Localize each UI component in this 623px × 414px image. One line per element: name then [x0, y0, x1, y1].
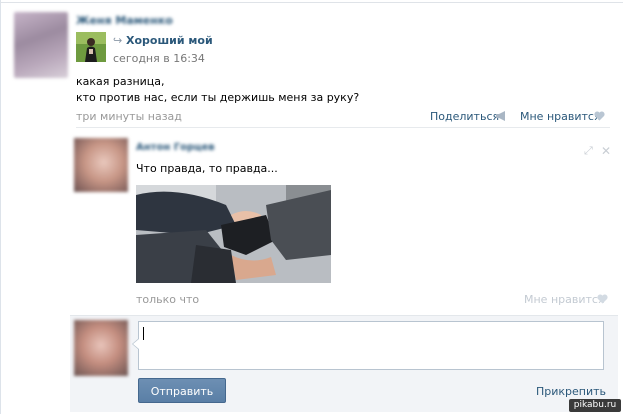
- share-button[interactable]: Поделиться: [430, 110, 499, 123]
- comment-heart-icon[interactable]: [597, 294, 608, 307]
- send-button[interactable]: Отправить: [138, 378, 226, 403]
- comment-photo-image: [136, 185, 331, 283]
- input-pointer-inner: [133, 339, 139, 349]
- shared-thumbnail[interactable]: [76, 32, 106, 62]
- comment-like-button[interactable]: Мне нравится: [524, 293, 605, 306]
- comment-time[interactable]: только что: [136, 293, 199, 306]
- shared-item-title[interactable]: Хороший мой: [126, 34, 213, 47]
- comment-author-avatar[interactable]: [74, 138, 128, 192]
- post-text-line-2: кто против нас, если ты держишь меня за …: [76, 91, 360, 104]
- text-caret: [143, 327, 144, 340]
- top-divider: [0, 2, 623, 3]
- megaphone-icon[interactable]: [495, 111, 507, 124]
- like-button[interactable]: Мне нравится: [520, 110, 601, 123]
- attach-link[interactable]: Прикрепить: [536, 385, 606, 398]
- post-author-name[interactable]: Женя Маменко: [76, 14, 173, 27]
- share-arrow-icon: ↪: [113, 34, 123, 47]
- edit-icon[interactable]: ⤢: [584, 144, 593, 158]
- shared-thumbnail-image: [76, 32, 106, 62]
- close-icon[interactable]: ✕: [601, 144, 611, 158]
- comment-input[interactable]: [138, 321, 604, 370]
- post-text-line-1: какая разница,: [76, 75, 165, 88]
- watermark: pikabu.ru: [569, 399, 621, 412]
- comment-text: Что правда, то правда...: [136, 162, 278, 175]
- post-author-avatar[interactable]: [14, 12, 68, 78]
- comments-divider: [76, 127, 610, 128]
- post-time[interactable]: три минуты назад: [76, 110, 182, 123]
- comment-author-name[interactable]: Антон Горцев: [136, 142, 215, 153]
- reply-user-avatar[interactable]: [74, 320, 128, 376]
- heart-icon[interactable]: [594, 111, 605, 124]
- left-border: [0, 0, 1, 414]
- comment-photo[interactable]: [136, 185, 331, 283]
- shared-item-date: сегодня в 16:34: [113, 52, 205, 65]
